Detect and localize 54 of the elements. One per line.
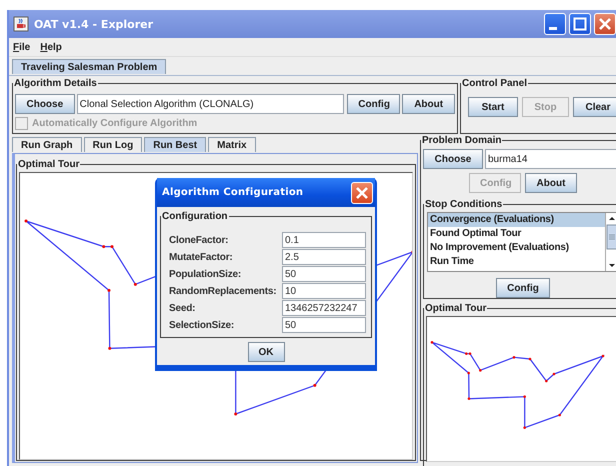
group-title: Algorithm Details xyxy=(13,78,98,89)
field-label: RandomReplacements: xyxy=(169,286,278,296)
config-button[interactable]: Config xyxy=(496,278,550,298)
close-button[interactable] xyxy=(594,13,616,35)
tab[interactable]: Traveling Salesman Problem xyxy=(12,59,166,74)
input-field[interactable]: 2.5 xyxy=(282,249,366,265)
coffee-cup-icon xyxy=(13,16,29,32)
ok-button[interactable]: OK xyxy=(248,342,284,362)
choose-button[interactable]: Choose xyxy=(423,149,483,169)
field-label: PopulationSize: xyxy=(169,268,242,280)
list-item[interactable]: No Improvement (Evaluations) xyxy=(428,241,605,255)
minimize-button[interactable] xyxy=(544,13,566,35)
window-title: OAT v1.4 - Explorer xyxy=(34,18,154,30)
menu-item[interactable]: File xyxy=(13,42,30,52)
input-field[interactable]: 0.1 xyxy=(282,232,366,248)
list-item[interactable]: Found Optimal Tour xyxy=(428,227,605,241)
problem-field[interactable]: burma14 xyxy=(485,149,616,169)
field-label: Seed: xyxy=(169,302,196,314)
maximize-icon xyxy=(573,17,587,31)
close-button[interactable] xyxy=(351,182,373,204)
field-label: SelectionSize: xyxy=(169,320,235,330)
input-field[interactable]: 10 xyxy=(282,283,366,299)
scrollbar[interactable] xyxy=(605,213,616,271)
tab[interactable]: Run Graph xyxy=(12,137,82,152)
tab[interactable]: Matrix xyxy=(208,137,256,152)
control-button[interactable]: Clear xyxy=(573,97,616,117)
field-label: CloneFactor: xyxy=(169,234,230,246)
input-field[interactable]: 50 xyxy=(282,317,366,333)
config-button[interactable]: Config xyxy=(347,94,400,114)
algorithm-field[interactable]: Clonal Selection Algorithm (CLONALG) xyxy=(76,94,344,114)
group-title: Control Panel xyxy=(461,78,528,89)
checkbox-label: Automatically Configure Algorithm xyxy=(32,118,198,129)
menu-item[interactable]: Help xyxy=(40,42,62,52)
group-title: Stop Conditions xyxy=(424,199,504,210)
dialog-title: Algorithm Configuration xyxy=(162,187,304,198)
group-title: Optimal Tour xyxy=(424,303,488,314)
problem-button[interactable]: About xyxy=(525,173,577,193)
maximize-button[interactable] xyxy=(569,13,591,35)
control-button[interactable]: Start xyxy=(468,97,518,117)
group-title: Configuration xyxy=(161,211,229,222)
group-title: Problem Domain xyxy=(421,135,502,146)
choose-button[interactable]: Choose xyxy=(15,94,75,114)
about-button[interactable]: About xyxy=(402,94,455,114)
list-item[interactable]: Convergence (Evaluations) xyxy=(428,213,605,227)
tab[interactable]: Run Log xyxy=(84,137,142,152)
input-field[interactable]: 50 xyxy=(282,266,366,282)
list-item[interactable]: Run Time xyxy=(428,255,605,269)
close-icon xyxy=(598,17,612,31)
close-icon xyxy=(355,186,369,200)
minimize-icon xyxy=(549,26,557,30)
tab[interactable]: Run Best xyxy=(144,137,206,152)
input-field[interactable]: 1346257232247 xyxy=(282,300,366,316)
group-title: Optimal Tour xyxy=(17,159,80,170)
field-label: MutateFactor: xyxy=(169,252,234,262)
